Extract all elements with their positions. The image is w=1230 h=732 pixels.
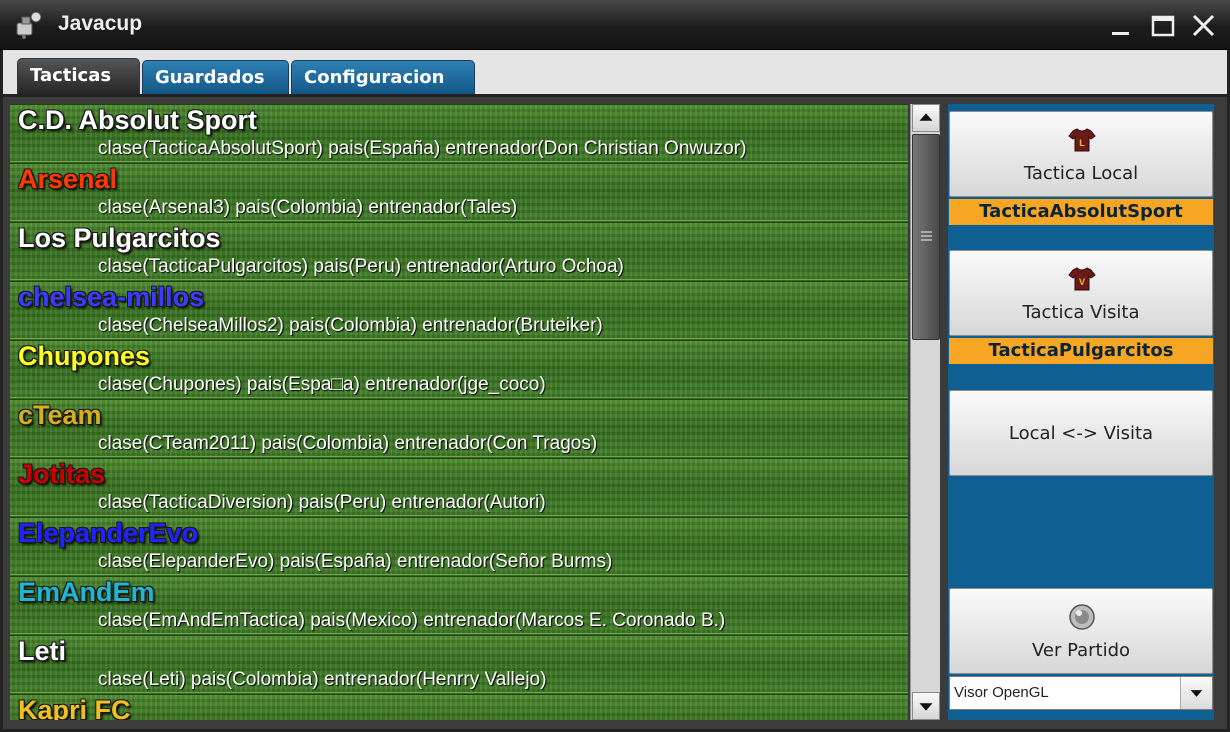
tactica-visita-label: Tactica Visita — [1022, 302, 1140, 323]
tab-strip: Tacticas Guardados Configuracion — [0, 50, 1230, 96]
minimize-icon[interactable] — [1106, 12, 1136, 40]
team-name: ElepanderEvo — [18, 518, 199, 548]
team-name: Kapri FC — [18, 695, 131, 720]
list-scrollbar[interactable] — [910, 104, 940, 720]
visita-tactic-value: TacticaPulgarcitos — [949, 338, 1213, 364]
team-name: Leti — [18, 636, 67, 666]
team-name: Jotitas — [18, 459, 106, 489]
team-info: clase(TacticaDiversion) pais(Peru) entre… — [98, 492, 546, 513]
shirt-icon: L — [1068, 128, 1096, 152]
swap-label: Local <-> Visita — [1008, 423, 1154, 444]
list-item[interactable]: Arsenal clase(Arsenal3) pais(Colombia) e… — [10, 163, 908, 221]
list-item[interactable]: ElepanderEvo clase(ElepanderEvo) pais(Es… — [10, 517, 908, 575]
ball-icon — [1069, 604, 1095, 630]
scroll-thumb[interactable] — [912, 134, 940, 340]
team-name: C.D. Absolut Sport — [18, 105, 257, 135]
tactics-list[interactable]: C.D. Absolut Sport clase(TacticaAbsolutS… — [10, 104, 908, 720]
team-info: clase(TacticaAbsolutSport) pais(España) … — [98, 138, 747, 159]
team-info: clase(TacticaPulgarcitos) pais(Peru) ent… — [98, 256, 624, 277]
visor-select-value: Visor OpenGL — [954, 684, 1049, 701]
team-info: clase(EmAndEmTactica) pais(Mexico) entre… — [98, 610, 726, 631]
list-item[interactable]: chelsea-millos clase(ChelseaMillos2) pai… — [10, 281, 908, 339]
tab-guardados[interactable]: Guardados — [142, 60, 289, 94]
team-info: clase(ElepanderEvo) pais(España) entrena… — [98, 551, 613, 572]
team-info: clase(CTeam2011) pais(Colombia) entrenad… — [98, 433, 598, 454]
ver-partido-button[interactable]: Ver Partido — [949, 588, 1213, 674]
swap-button[interactable]: Local <-> Visita — [949, 390, 1213, 476]
team-info: clase(ChelseaMillos2) pais(Colombia) ent… — [98, 315, 603, 336]
close-icon[interactable] — [1189, 12, 1219, 40]
team-info: clase(Chupones) pais(Espa□a) entrenador(… — [98, 374, 546, 395]
team-name: chelsea-millos — [18, 282, 205, 312]
match-panel: L Tactica Local TacticaAbsolutSport V Ta… — [948, 104, 1214, 720]
maximize-icon[interactable] — [1148, 12, 1178, 40]
tactica-local-button[interactable]: L Tactica Local — [949, 111, 1213, 197]
tactica-local-label: Tactica Local — [1023, 163, 1139, 184]
team-name: Arsenal — [18, 164, 118, 194]
visor-select[interactable]: Visor OpenGL — [949, 676, 1213, 710]
local-tactic-value: TacticaAbsolutSport — [949, 199, 1213, 225]
tab-tacticas[interactable]: Tacticas — [17, 58, 140, 94]
list-item[interactable]: Chupones clase(Chupones) pais(Espa□a) en… — [10, 340, 908, 398]
svg-text:V: V — [1079, 277, 1085, 287]
window-title: Javacup — [58, 12, 143, 35]
tab-configuracion[interactable]: Configuracion — [291, 60, 475, 94]
list-item[interactable]: Los Pulgarcitos clase(TacticaPulgarcitos… — [10, 222, 908, 280]
svg-text:L: L — [1079, 138, 1085, 148]
app-icon — [16, 11, 42, 39]
list-item[interactable]: Kapri FC — [10, 694, 908, 720]
scroll-up-icon[interactable] — [912, 104, 940, 132]
grip-icon — [921, 231, 932, 241]
title-bar: Javacup — [0, 0, 1230, 50]
list-item[interactable]: C.D. Absolut Sport clase(TacticaAbsolutS… — [10, 104, 908, 162]
team-name: Chupones — [18, 341, 150, 371]
tactica-visita-button[interactable]: V Tactica Visita — [949, 250, 1213, 336]
list-item[interactable]: cTeam clase(CTeam2011) pais(Colombia) en… — [10, 399, 908, 457]
team-info: clase(Arsenal3) pais(Colombia) entrenado… — [98, 197, 518, 218]
scroll-down-icon[interactable] — [912, 692, 940, 720]
ver-partido-label: Ver Partido — [1031, 640, 1131, 661]
team-name: cTeam — [18, 400, 102, 430]
chevron-down-icon[interactable] — [1180, 677, 1212, 709]
list-item[interactable]: EmAndEm clase(EmAndEmTactica) pais(Mexic… — [10, 576, 908, 634]
list-item[interactable]: Jotitas clase(TacticaDiversion) pais(Per… — [10, 458, 908, 516]
list-item[interactable]: Leti clase(Leti) pais(Colombia) entrenad… — [10, 635, 908, 693]
team-name: Los Pulgarcitos — [18, 223, 221, 253]
shirt-icon: V — [1068, 267, 1096, 291]
team-info: clase(Leti) pais(Colombia) entrenador(He… — [98, 669, 547, 690]
team-name: EmAndEm — [18, 577, 155, 607]
